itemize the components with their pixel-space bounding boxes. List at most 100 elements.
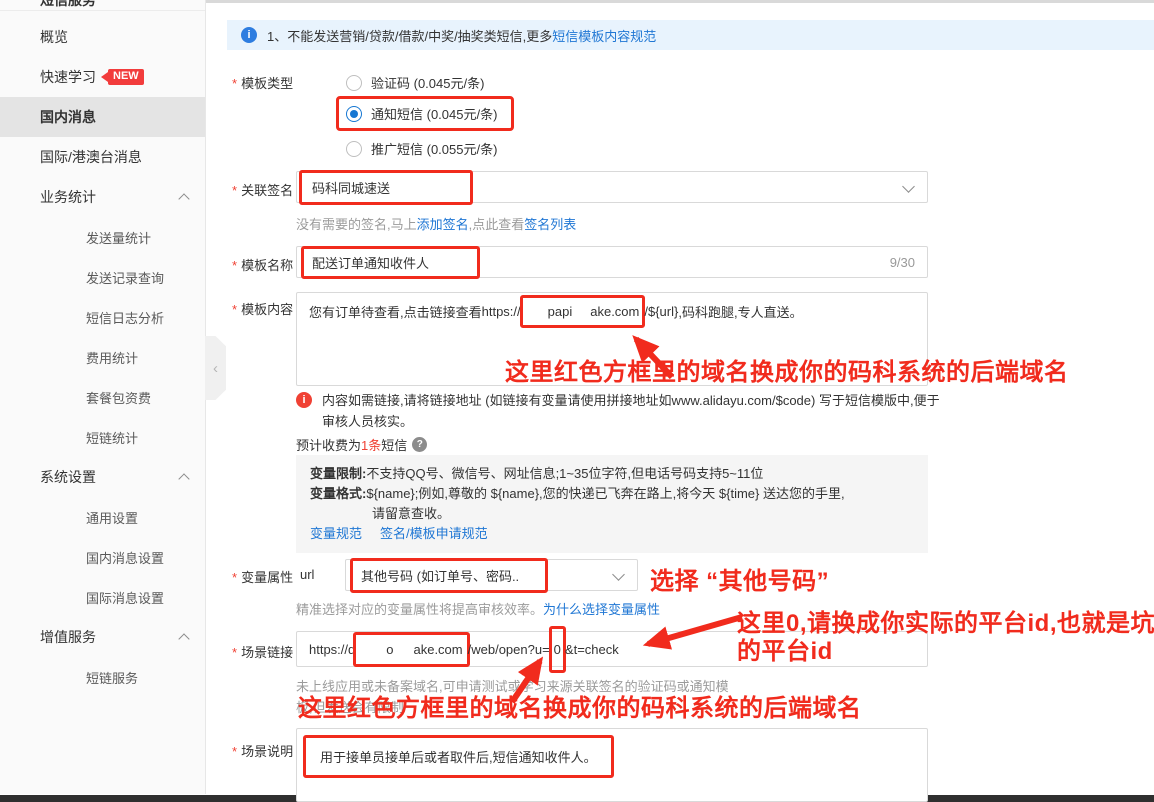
chevron-up-icon[interactable]: [178, 193, 189, 204]
helper-text: 没有需要的签名,马上: [296, 217, 417, 232]
content-url-mid: papi: [548, 304, 573, 319]
fee-text: 短信: [381, 435, 407, 454]
sidebar-menu: 概览快速学习NEW 国内消息国际/港澳台消息业务统计发送量统计发送记录查询短信日志…: [0, 17, 205, 697]
limit-label: 变量限制:: [310, 466, 366, 481]
template-content-spec-link[interactable]: 短信模板内容规范: [552, 26, 656, 45]
radio-option-promo-sms[interactable]: 推广短信 (0.055元/条): [346, 139, 497, 158]
chevron-up-icon[interactable]: [178, 633, 189, 644]
sidebar-item-16[interactable]: 短链服务: [0, 657, 205, 697]
radio-label: 推广短信 (0.055元/条): [371, 139, 497, 158]
collapse-panel-handle[interactable]: ‹: [205, 336, 226, 400]
sidebar-item-label: 系统设置: [40, 467, 96, 487]
template-name-value: 配送订单通知收件人: [312, 256, 429, 271]
signature-list-link[interactable]: 签名列表: [524, 217, 576, 232]
limit-text: 不支持QQ号、微信号、网址信息;1~35位字符,但电话号码支持5~11位: [366, 466, 763, 481]
sidebar-item-label: 国际消息设置: [86, 588, 164, 607]
label-text: 变量属性: [241, 570, 293, 585]
scene-url-p4: /web/open?u=: [468, 642, 550, 657]
help-icon[interactable]: ?: [412, 437, 427, 452]
radio-option-notification-sms[interactable]: 通知短信 (0.045元/条): [336, 96, 514, 131]
sidebar-item-11[interactable]: 系统设置: [0, 457, 205, 497]
variable-spec-link[interactable]: 变量规范: [310, 526, 362, 541]
content-url-var: /${url}: [644, 304, 678, 319]
signature-select[interactable]: 码科同城速送: [296, 171, 928, 203]
sidebar-item-label: 国际/港澳台消息: [40, 147, 142, 167]
radio-icon: [346, 141, 362, 157]
sidebar-item-2[interactable]: 国内消息: [0, 97, 205, 137]
required-mark: *: [232, 570, 237, 585]
sidebar-item-8[interactable]: 费用统计: [0, 337, 205, 377]
radio-selected-icon: [346, 106, 362, 122]
fee-count: 1条: [361, 435, 381, 454]
radio-label: 通知短信 (0.045元/条): [371, 104, 497, 123]
sidebar-header-clipped: 短信服务: [0, 0, 205, 10]
fee-estimate: 预计收费为1条短信 ?: [296, 435, 427, 454]
sidebar-item-0[interactable]: 概览: [0, 17, 205, 57]
required-mark: *: [232, 645, 237, 660]
helper-text: ,点此查看: [469, 217, 525, 232]
add-signature-link[interactable]: 添加签名: [417, 217, 469, 232]
sidebar-item-3[interactable]: 国际/港澳台消息: [0, 137, 205, 177]
red-highlight-box: 用于接单员接单后或者取件后,短信通知收件人。: [303, 735, 614, 778]
sidebar-item-10[interactable]: 短链统计: [0, 417, 205, 457]
sidebar-item-9[interactable]: 套餐包资费: [0, 377, 205, 417]
field-label-signature: *关联签名: [232, 180, 293, 199]
label-text: 模板内容: [241, 302, 293, 317]
redacted-domain-segment: [393, 644, 413, 655]
variable-rules-box: 变量限制:不支持QQ号、微信号、网址信息;1~35位字符,但电话号码支持5~11…: [296, 455, 928, 553]
sidebar-item-5[interactable]: 发送量统计: [0, 217, 205, 257]
required-mark: *: [232, 258, 237, 273]
radio-option-verification-code[interactable]: 验证码 (0.045元/条): [346, 73, 484, 92]
sidebar-item-label: 短信日志分析: [86, 308, 164, 327]
variable-attr-select[interactable]: 其他号码 (如订单号、密码..: [345, 559, 638, 591]
apply-spec-link[interactable]: 签名/模板申请规范: [380, 526, 488, 541]
sidebar-item-label: 业务统计: [40, 187, 96, 207]
sidebar-item-label: 发送量统计: [86, 228, 151, 247]
scene-url-p3: ake.com: [413, 642, 462, 657]
template-name-input[interactable]: 配送订单通知收件人 9/30: [296, 246, 928, 278]
label-text: 场景说明: [241, 744, 293, 759]
sidebar-header-label: 短信服务: [40, 0, 96, 10]
sidebar: 短信服务 概览快速学习NEW 国内消息国际/港澳台消息业务统计发送量统计发送记录查…: [0, 0, 206, 794]
chevron-up-icon[interactable]: [178, 473, 189, 484]
sidebar-item-13[interactable]: 国内消息设置: [0, 537, 205, 577]
sidebar-item-15[interactable]: 增值服务: [0, 617, 205, 657]
radio-icon: [346, 75, 362, 91]
sidebar-item-label: 增值服务: [40, 627, 96, 647]
variable-format-line: 变量格式:${name};例如,尊敬的 ${name},您的快递已飞奔在路上,将…: [310, 484, 914, 504]
sidebar-item-label: 通用设置: [86, 508, 138, 527]
signature-helper: 没有需要的签名,马上添加签名,点此查看签名列表: [296, 214, 576, 233]
sidebar-item-label: 国内消息: [40, 107, 96, 127]
template-content-text: 您有订单待查看,点击链接查看https://papiake.com/${url}…: [309, 302, 803, 321]
scene-desc-textarea[interactable]: 用于接单员接单后或者取件后,短信通知收件人。: [296, 728, 928, 802]
signature-value: 码科同城速送: [312, 181, 390, 196]
new-badge: NEW: [108, 69, 144, 85]
redacted-domain-segment: [526, 306, 548, 317]
scene-link-text: https://doake.com/web/open?u=0&t=check: [309, 640, 619, 659]
field-label-scene-desc: * 场景说明: [232, 741, 293, 760]
sidebar-item-6[interactable]: 发送记录查询: [0, 257, 205, 297]
required-mark: *: [232, 744, 237, 759]
sidebar-item-12[interactable]: 通用设置: [0, 497, 205, 537]
scene-url-p1: https://d: [309, 642, 355, 657]
red-highlight-box: oake.com: [353, 632, 469, 667]
sidebar-item-14[interactable]: 国际消息设置: [0, 577, 205, 617]
sidebar-item-4[interactable]: 业务统计: [0, 177, 205, 217]
sidebar-item-1[interactable]: 快速学习NEW: [0, 57, 205, 97]
sidebar-item-label: 套餐包资费: [86, 388, 151, 407]
why-variable-attr-link[interactable]: 为什么选择变量属性: [543, 602, 660, 617]
label-text: 模板名称: [241, 258, 293, 273]
annotation-platform-id-2: 的平台id: [737, 631, 833, 666]
link-note-text: 内容如需链接,请将链接地址 (如链接有变量请使用拼接地址如www.alidayu…: [322, 390, 946, 432]
sidebar-item-label: 费用统计: [86, 348, 138, 367]
sidebar-divider: [0, 10, 205, 11]
notice-banner: i 1、不能发送营销/贷款/借款/中奖/抽奖类短信,更多短信模板内容规范: [227, 20, 1154, 50]
sidebar-item-label: 概览: [40, 27, 68, 47]
sidebar-item-7[interactable]: 短信日志分析: [0, 297, 205, 337]
required-mark: *: [232, 76, 237, 91]
red-highlight-box: papiake.com: [520, 295, 646, 328]
redacted-domain-segment: [572, 306, 590, 317]
variable-name: url: [300, 567, 314, 582]
top-divider: [206, 0, 1154, 3]
annotation-content-domain: 这里红色方框里的域名换成你的码科系统的后端域名: [505, 352, 1069, 387]
